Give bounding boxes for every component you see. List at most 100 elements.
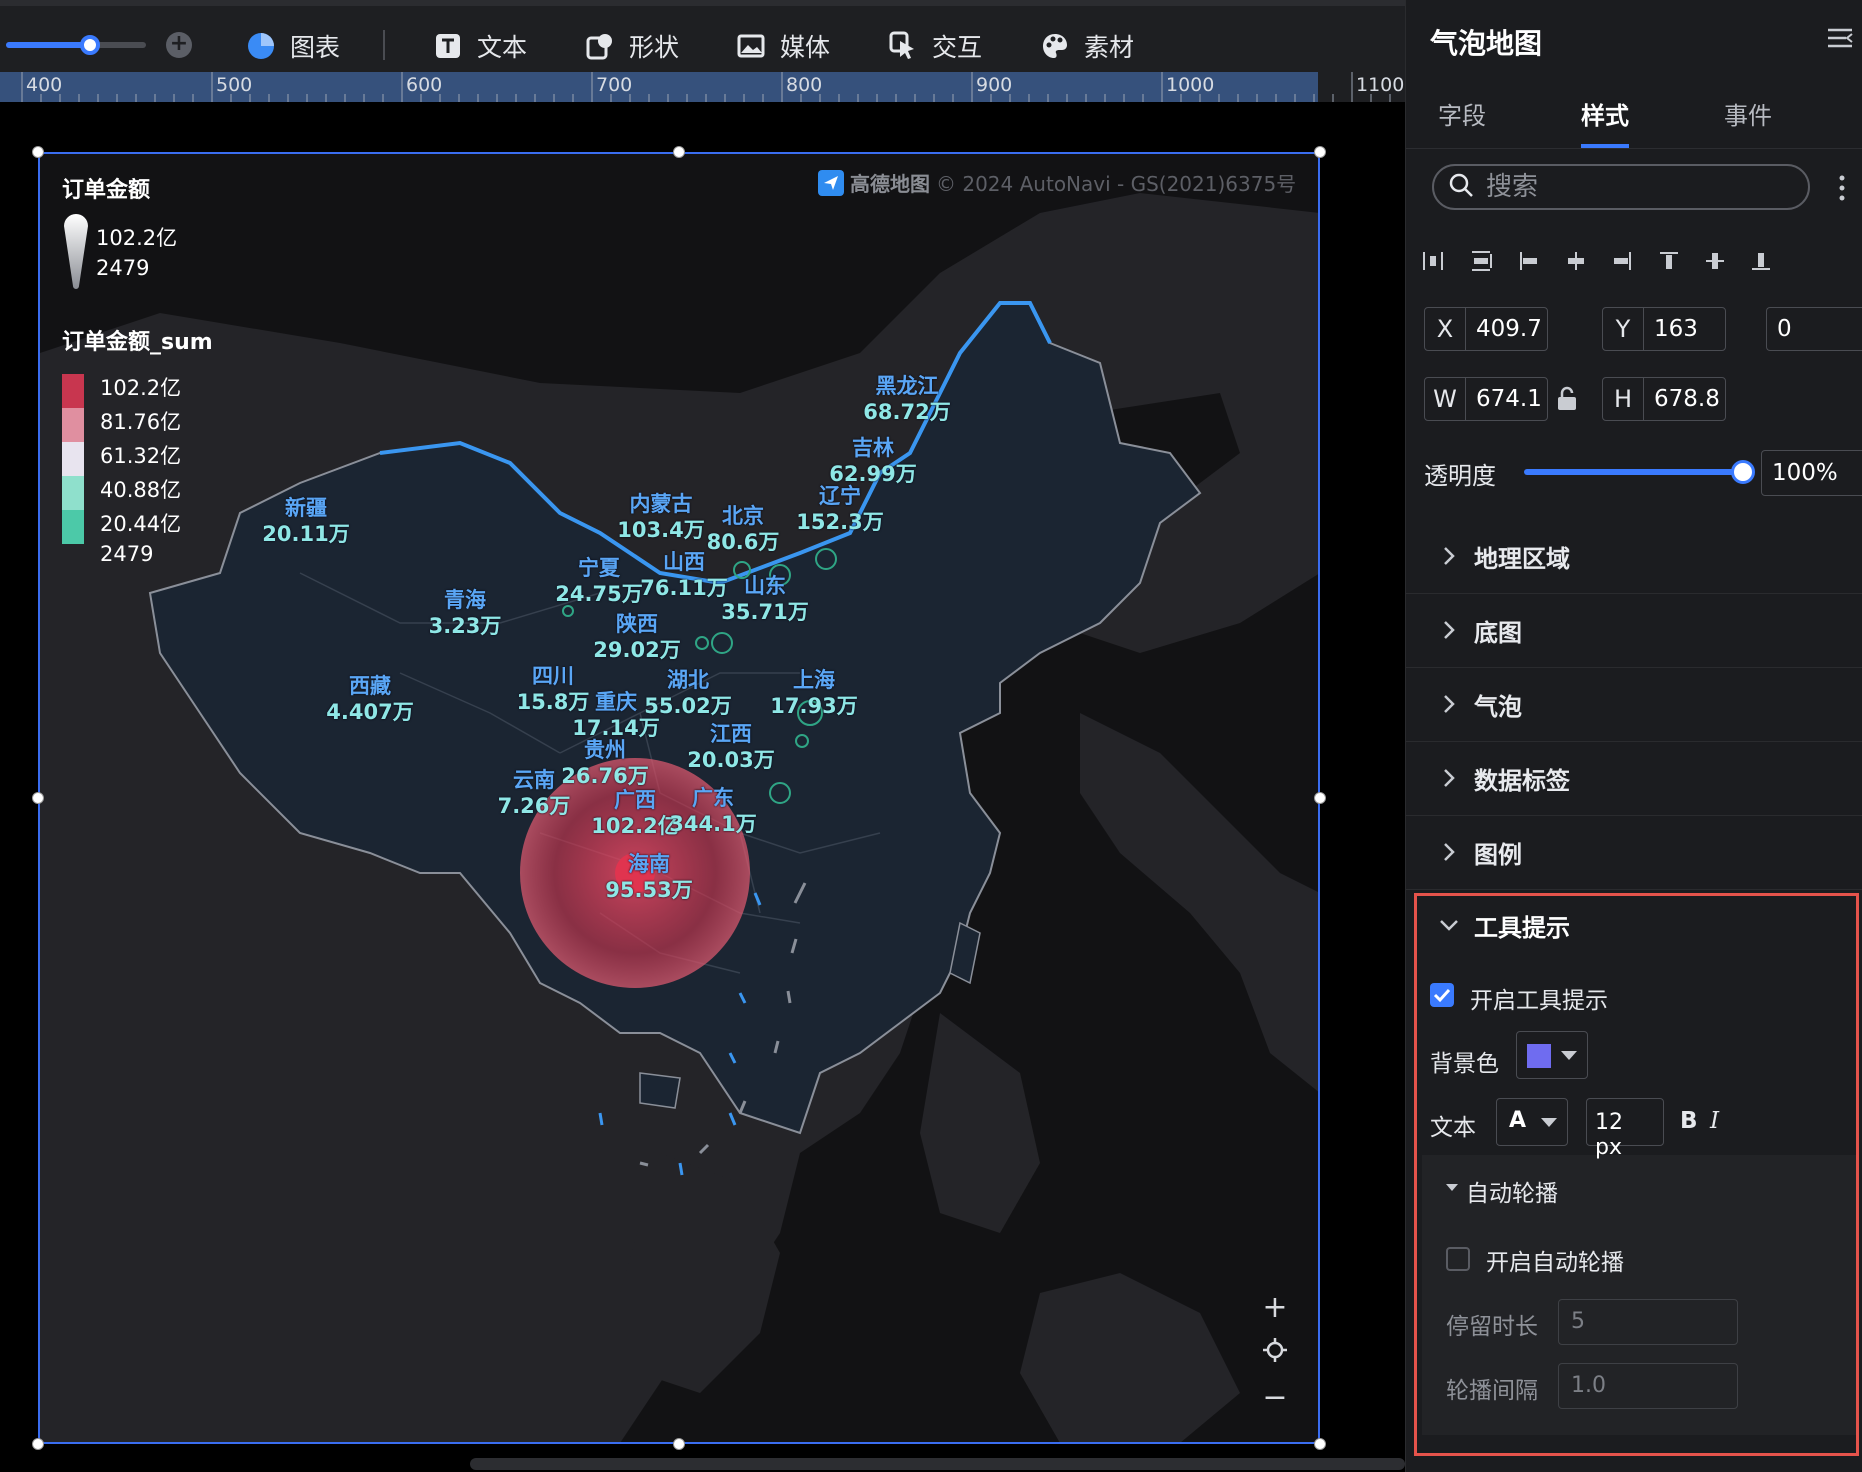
opacity-slider[interactable]	[1524, 469, 1744, 475]
color-legend-label: 81.76亿	[100, 410, 182, 434]
panel-collapse-icon[interactable]	[1826, 24, 1854, 52]
distribute-horizontal-icon[interactable]	[1416, 244, 1450, 278]
resize-handle[interactable]	[673, 1438, 685, 1450]
opacity-label: 透明度	[1424, 462, 1496, 490]
section-geo-region[interactable]: 地理区域	[1406, 519, 1862, 594]
section-title: 数据标签	[1474, 767, 1570, 795]
shape-icon	[585, 31, 615, 61]
y-position-field[interactable]: Y 163	[1602, 307, 1726, 351]
align-center-h-icon[interactable]	[1559, 244, 1593, 278]
rotation-value[interactable]: 0	[1767, 316, 1792, 342]
section-title: 底图	[1474, 619, 1522, 647]
zoom-slider-handle[interactable]	[80, 35, 100, 55]
size-legend-title: 订单金额	[62, 178, 151, 203]
chevron-right-icon	[1444, 843, 1455, 861]
align-right-icon[interactable]	[1605, 244, 1639, 278]
tab-events[interactable]: 事件	[1724, 96, 1772, 131]
toolbar-media-button[interactable]: 媒体	[736, 26, 830, 66]
x-value[interactable]: 409.7	[1466, 316, 1542, 342]
chevron-right-icon	[1444, 547, 1455, 565]
map-locate-icon[interactable]	[1255, 1337, 1295, 1369]
toolbar-chart-button[interactable]: 图表	[246, 26, 340, 66]
text-icon	[433, 31, 463, 61]
toolbar-text-button[interactable]: 文本	[433, 26, 527, 66]
autoplay-enable-checkbox[interactable]	[1446, 1247, 1470, 1271]
region-name: 内蒙古	[629, 492, 693, 516]
section-bubble[interactable]: 气泡	[1406, 667, 1862, 742]
tooltip-enable-checkbox[interactable]	[1430, 983, 1454, 1007]
chevron-down-icon[interactable]	[1438, 918, 1460, 932]
opacity-input[interactable]: 100%	[1761, 450, 1862, 496]
canvas-zoom-slider[interactable]	[6, 35, 146, 55]
resize-handle[interactable]	[32, 1438, 44, 1450]
align-center-v-icon[interactable]	[1698, 244, 1732, 278]
more-options-icon[interactable]	[1834, 168, 1850, 208]
caret-down-icon[interactable]	[1446, 1184, 1458, 1191]
alignment-toolbar	[1416, 244, 1862, 280]
height-field[interactable]: H 678.8	[1602, 377, 1726, 421]
region-value: 20.03万	[687, 748, 775, 772]
width-field[interactable]: W 674.1	[1424, 377, 1548, 421]
resize-handle[interactable]	[673, 146, 685, 158]
search-icon	[1448, 172, 1474, 202]
style-search-box[interactable]	[1432, 164, 1810, 210]
font-color-select[interactable]: A	[1496, 1098, 1568, 1146]
interval-input[interactable]: 1.0	[1558, 1363, 1738, 1409]
italic-toggle[interactable]: I	[1710, 1108, 1719, 1134]
resize-handle[interactable]	[1314, 792, 1326, 804]
region-value: 95.53万	[605, 878, 693, 902]
align-left-icon[interactable]	[1512, 244, 1546, 278]
x-position-field[interactable]: X 409.7	[1424, 307, 1548, 351]
region-label-jiangxi: 江西 20.03万	[687, 721, 774, 773]
opacity-slider-handle[interactable]	[1731, 460, 1755, 484]
rotation-field[interactable]: 0	[1766, 307, 1862, 351]
resize-handle[interactable]	[32, 792, 44, 804]
align-top-icon[interactable]	[1652, 244, 1686, 278]
y-value[interactable]: 163	[1644, 316, 1698, 342]
region-value: 68.72万	[863, 400, 951, 424]
tab-style[interactable]: 样式	[1581, 96, 1629, 131]
search-input[interactable]	[1484, 171, 1788, 203]
tab-fields[interactable]: 字段	[1438, 96, 1486, 131]
resize-handle[interactable]	[1314, 1438, 1326, 1450]
w-value[interactable]: 674.1	[1466, 386, 1542, 412]
color-legend-label: 40.88亿	[100, 478, 182, 502]
region-label-shaanxi: 陕西 29.02万	[593, 611, 680, 663]
bg-color-picker[interactable]	[1516, 1031, 1588, 1079]
align-bottom-icon[interactable]	[1744, 244, 1778, 278]
h-value[interactable]: 678.8	[1644, 386, 1720, 412]
lock-ratio-icon[interactable]	[1556, 386, 1578, 416]
horizontal-scrollbar[interactable]	[470, 1458, 1405, 1470]
section-legend[interactable]: 图例	[1406, 815, 1862, 890]
toolbar-shape-button[interactable]: 形状	[585, 26, 679, 66]
autoplay-title[interactable]: 自动轮播	[1466, 1174, 1558, 1208]
map-provider-name: 高德地图	[850, 172, 930, 196]
font-size-input[interactable]: 12 px	[1586, 1098, 1664, 1160]
map-copyright: © 2024 AutoNavi - GS(2021)6375号	[936, 172, 1297, 196]
region-label-ningxia: 宁夏 24.75万	[555, 555, 642, 607]
region-value: 26.76万	[561, 764, 649, 788]
region-label-neimenggu: 内蒙古 103.4万	[617, 491, 704, 543]
neighbor-land	[1020, 1273, 1240, 1443]
section-basemap[interactable]: 底图	[1406, 593, 1862, 668]
color-legend-swatch	[62, 408, 84, 442]
toolbar-assets-button[interactable]: 素材	[1040, 26, 1134, 66]
resize-handle[interactable]	[32, 146, 44, 158]
region-name: 新疆	[285, 496, 327, 520]
resize-handle[interactable]	[1314, 146, 1326, 158]
map-zoom-out-button[interactable]: −	[1255, 1383, 1295, 1413]
bubble-map[interactable]: 黑龙江 68.72万 吉林 62.99万 辽宁 152.3万 北京 80.6万 内蒙古 1…	[40, 153, 1320, 1443]
pie-chart-icon	[246, 31, 276, 61]
section-data-labels[interactable]: 数据标签	[1406, 741, 1862, 816]
region-name: 云南	[512, 768, 555, 792]
caret-down-icon	[1541, 1118, 1557, 1127]
zoom-in-icon[interactable]: +	[166, 32, 192, 58]
toolbar-interact-button[interactable]: 交互	[888, 26, 982, 66]
dwell-input[interactable]: 5	[1558, 1299, 1738, 1345]
y-label: Y	[1603, 308, 1644, 350]
chevron-right-icon	[1444, 695, 1455, 713]
map-zoom-in-button[interactable]: +	[1255, 1293, 1295, 1323]
bold-toggle[interactable]: B	[1680, 1108, 1698, 1134]
region-label-xinjiang: 新疆 20.11万	[262, 495, 349, 547]
region-name: 江西	[710, 722, 752, 746]
